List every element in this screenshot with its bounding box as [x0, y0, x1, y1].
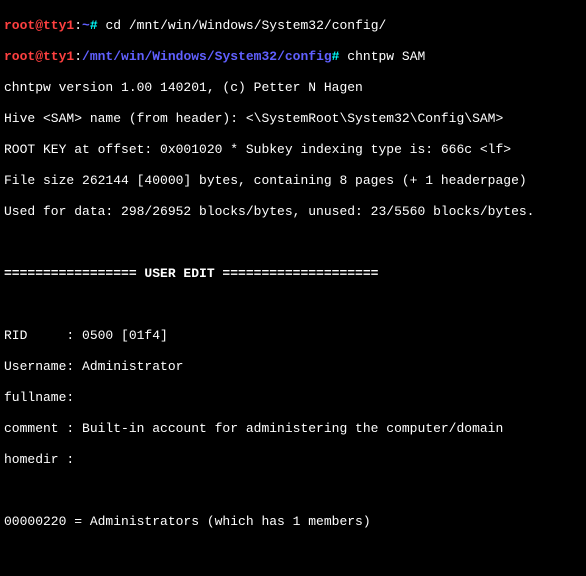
hash: # [90, 18, 98, 33]
path: ~ [82, 18, 90, 33]
colon: : [74, 18, 82, 33]
prompt-line-2: root@tty1:/mnt/win/Windows/System32/conf… [4, 49, 582, 65]
rid-line: RID : 0500 [01f4] [4, 328, 582, 344]
terminal: root@tty1:~# cd /mnt/win/Windows/System3… [0, 0, 586, 576]
colon: : [74, 49, 82, 64]
fullname-line: fullname: [4, 390, 582, 406]
user-host: root@tty1 [4, 18, 74, 33]
hive-line: Hive <SAM> name (from header): <\SystemR… [4, 111, 582, 127]
user-host: root@tty1 [4, 49, 74, 64]
filesize-line: File size 262144 [40000] bytes, containi… [4, 173, 582, 189]
usedfor-line: Used for data: 298/26952 blocks/bytes, u… [4, 204, 582, 220]
path: /mnt/win/Windows/System32/config [82, 49, 332, 64]
command-1: cd /mnt/win/Windows/System32/config/ [105, 18, 386, 33]
rootkey-line: ROOT KEY at offset: 0x001020 * Subkey in… [4, 142, 582, 158]
blank-line [4, 483, 582, 499]
user-edit-header: ================= USER EDIT ============… [4, 266, 582, 282]
comment-line: comment : Built-in account for administe… [4, 421, 582, 437]
group-line: 00000220 = Administrators (which has 1 m… [4, 514, 582, 530]
username-line: Username: Administrator [4, 359, 582, 375]
blank-line [4, 297, 582, 313]
blank-line [4, 545, 582, 561]
command-2: chntpw SAM [347, 49, 425, 64]
homedir-line: homedir : [4, 452, 582, 468]
prompt-line-1: root@tty1:~# cd /mnt/win/Windows/System3… [4, 18, 582, 34]
version-line: chntpw version 1.00 140201, (c) Petter N… [4, 80, 582, 96]
blank-line [4, 235, 582, 251]
